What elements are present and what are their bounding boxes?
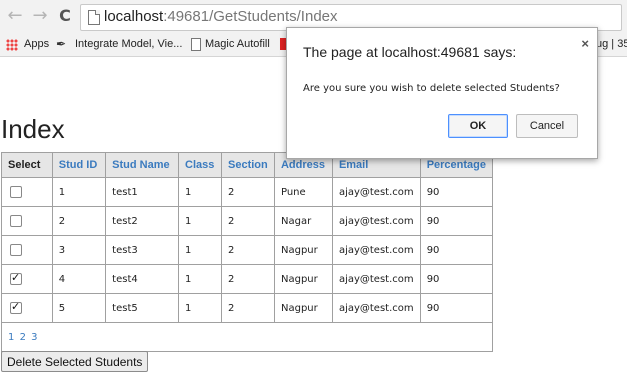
select-checkbox[interactable] (10, 300, 22, 314)
table-row: 1 test1 1 2 Pune ajay@test.com 90 (1, 177, 494, 207)
close-icon[interactable]: × (581, 36, 589, 51)
cell-address: Nagpur (273, 235, 333, 265)
cell-select (1, 206, 53, 236)
cell-percentage: 90 (419, 235, 494, 265)
cell-select (1, 293, 53, 323)
pager-row: 1 2 3 (1, 322, 493, 352)
cancel-button[interactable]: Cancel (516, 114, 578, 138)
cell-percentage: 90 (419, 206, 494, 236)
column-header-stud-name[interactable]: Stud Name (105, 152, 180, 178)
table-row: 2 test2 1 2 Nagar ajay@test.com 90 (1, 206, 494, 236)
document-icon (191, 38, 201, 51)
page-link-1[interactable]: 1 (8, 332, 14, 343)
cell-percentage: 90 (419, 177, 494, 207)
cell-section: 2 (221, 177, 275, 207)
cell-section: 2 (221, 293, 275, 323)
cell-address: Nagpur (273, 293, 333, 323)
cell-stud-id: 2 (51, 206, 107, 236)
cell-stud-id: 1 (51, 177, 107, 207)
cell-stud-name: test2 (105, 206, 180, 236)
column-header-class[interactable]: Class (178, 152, 222, 178)
page-link-3[interactable]: 3 (31, 332, 37, 343)
url-text[interactable]: localhost:49681/GetStudents/Index (104, 8, 338, 25)
back-icon[interactable]: ← (6, 7, 24, 25)
cell-stud-id: 4 (51, 264, 107, 294)
cell-class: 1 (178, 264, 222, 294)
cell-email: ajay@test.com (331, 177, 421, 207)
bookmark-magic-autofill[interactable]: Magic Autofill (205, 38, 270, 50)
cell-section: 2 (221, 264, 275, 294)
cell-section: 2 (221, 206, 275, 236)
cell-section: 2 (221, 235, 275, 265)
cell-address: Pune (273, 177, 333, 207)
cell-email: ajay@test.com (331, 264, 421, 294)
cell-address: Nagpur (273, 264, 333, 294)
page-link-2[interactable]: 2 (20, 332, 26, 343)
column-header-stud-id[interactable]: Stud ID (51, 152, 107, 178)
dialog-message: Are you sure you wish to delete selected… (303, 83, 560, 94)
cell-class: 1 (178, 293, 222, 323)
bookmark-apps[interactable]: Apps (24, 38, 49, 50)
cell-select (1, 264, 53, 294)
delete-selected-button[interactable]: Delete Selected Students (1, 351, 149, 372)
cell-stud-name: test4 (105, 264, 180, 294)
cell-select (1, 235, 53, 265)
pager: 1 2 3 (1, 322, 493, 352)
feather-icon: ✒ (56, 37, 67, 51)
cell-stud-name: test3 (105, 235, 180, 265)
cell-percentage: 90 (419, 264, 494, 294)
reload-icon[interactable]: C (56, 7, 74, 25)
page-icon (88, 10, 100, 25)
bookmark-overflow[interactable]: ug | 35 (596, 38, 627, 50)
select-checkbox[interactable] (10, 271, 22, 285)
cell-email: ajay@test.com (331, 235, 421, 265)
table-row: 5test512Nagpurajay@test.com90 (1, 293, 494, 323)
cell-stud-id: 3 (51, 235, 107, 265)
cell-class: 1 (178, 206, 222, 236)
students-table: Select Stud ID Stud Name Class Section A… (1, 152, 494, 352)
ok-button[interactable]: OK (448, 114, 508, 138)
table-row: 4test412Nagpurajay@test.com90 (1, 264, 494, 294)
column-header-section[interactable]: Section (221, 152, 275, 178)
cell-address: Nagar (273, 206, 333, 236)
select-checkbox[interactable] (10, 215, 22, 227)
table-row: 3 test3 1 2 Nagpur ajay@test.com 90 (1, 235, 494, 265)
apps-icon[interactable] (6, 39, 18, 51)
page-title: Index (1, 114, 65, 144)
cell-email: ajay@test.com (331, 293, 421, 323)
cell-email: ajay@test.com (331, 206, 421, 236)
cell-percentage: 90 (419, 293, 494, 323)
bookmark-integrate-model[interactable]: Integrate Model, Vie... (75, 38, 182, 50)
cell-stud-name: test1 (105, 177, 180, 207)
cell-class: 1 (178, 235, 222, 265)
dialog-title: The page at localhost:49681 says: (303, 44, 517, 60)
forward-icon[interactable]: → (31, 7, 49, 25)
column-header-select: Select (1, 152, 53, 178)
cell-select (1, 177, 53, 207)
cell-stud-id: 5 (51, 293, 107, 323)
cell-stud-name: test5 (105, 293, 180, 323)
select-checkbox[interactable] (10, 186, 22, 198)
select-checkbox[interactable] (10, 244, 22, 256)
confirm-dialog: The page at localhost:49681 says: × Are … (286, 27, 598, 159)
cell-class: 1 (178, 177, 222, 207)
